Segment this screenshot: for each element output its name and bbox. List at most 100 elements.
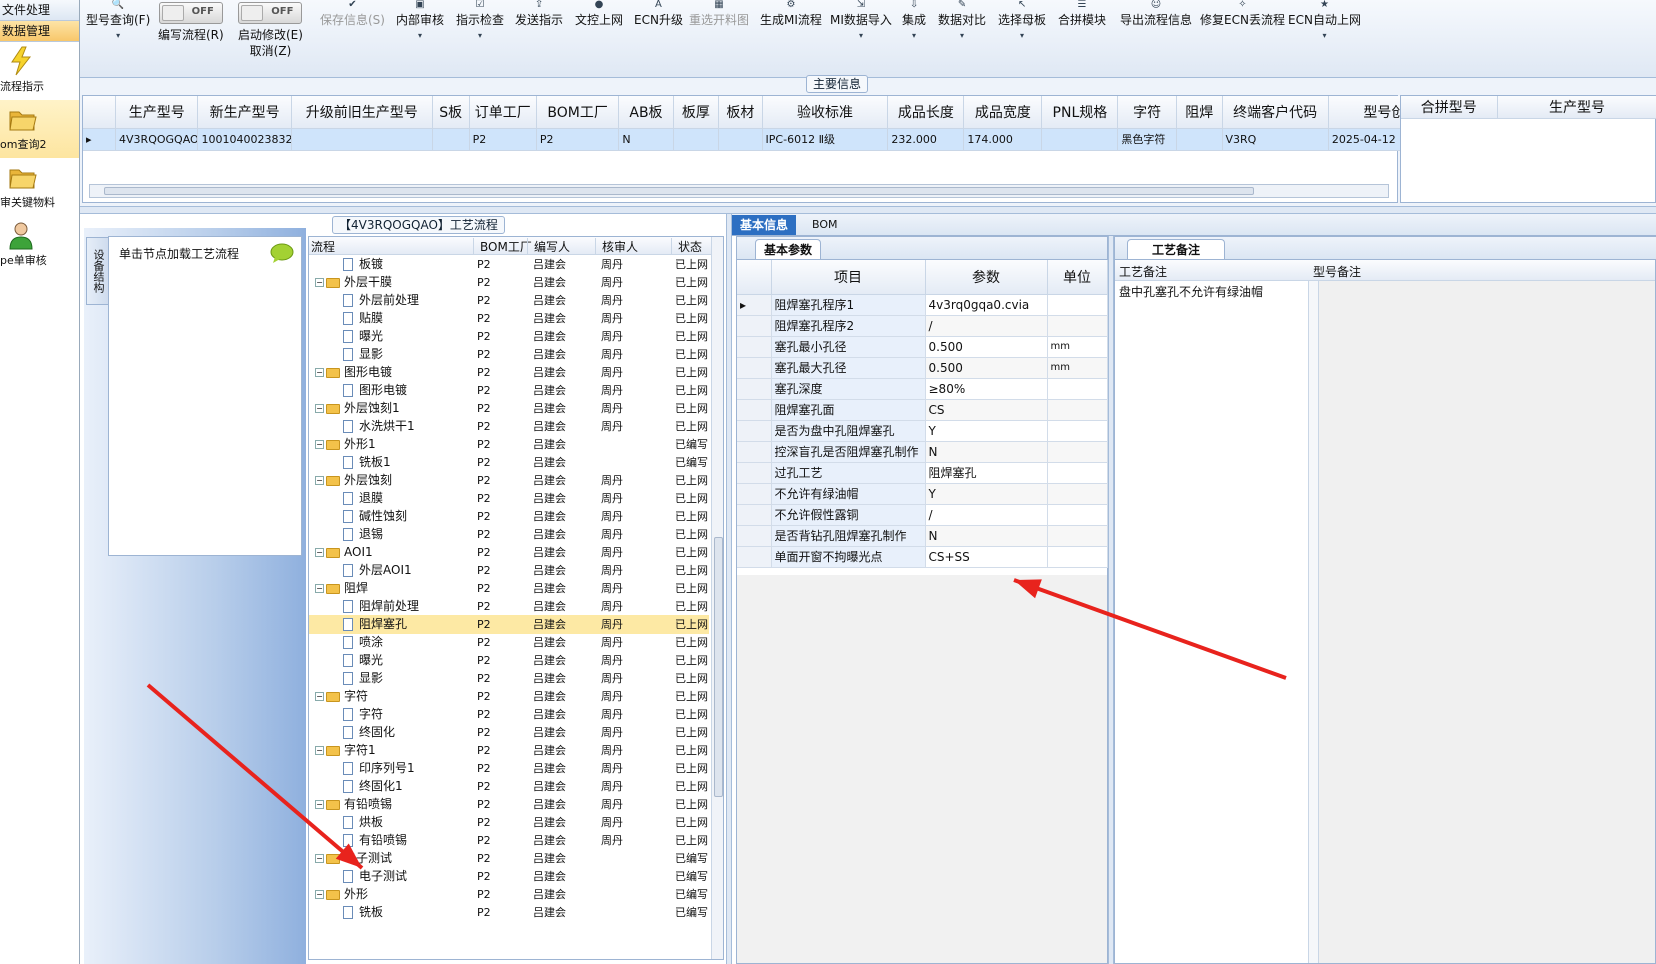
vertical-splitter[interactable] bbox=[726, 214, 732, 964]
select-mother-button[interactable]: ↖ 选择母板 ▾ bbox=[998, 0, 1046, 42]
tree-node[interactable]: − 有铅喷锡 P2 吕建会 周丹 已上网 bbox=[309, 795, 709, 814]
param-row[interactable]: 塞孔深度 ≥80% bbox=[737, 378, 1108, 400]
cancel-label[interactable]: 取消(Z) bbox=[238, 43, 303, 59]
param-unit[interactable] bbox=[1047, 441, 1108, 463]
tree-node[interactable]: 水洗烘干1 P2 吕建会 周丹 已上网 bbox=[309, 417, 709, 436]
model-query-button[interactable]: 🔍 型号查询(F) ▾ bbox=[86, 0, 150, 42]
tab-process-remarks[interactable]: 工艺备注 bbox=[1127, 239, 1225, 259]
collapse-toggle-icon[interactable]: − bbox=[315, 440, 324, 449]
col-header-main[interactable]: 生产型号 bbox=[115, 96, 199, 129]
model-remark-box[interactable] bbox=[1319, 281, 1655, 963]
param-unit[interactable] bbox=[1047, 504, 1108, 526]
save-button[interactable]: ✔ 保存信息(S) bbox=[320, 0, 385, 28]
tree-node[interactable]: − 字符1 P2 吕建会 周丹 已上网 bbox=[309, 741, 709, 760]
tree-node-name[interactable]: 阻焊塞孔 bbox=[343, 615, 469, 634]
main-info-cell[interactable]: P2 bbox=[469, 128, 537, 151]
col-header-main[interactable]: 字符 bbox=[1117, 96, 1177, 129]
main-info-cell[interactable] bbox=[673, 128, 720, 151]
tree-node[interactable]: 印序列号1 P2 吕建会 周丹 已上网 bbox=[309, 759, 709, 778]
send-button[interactable]: ⇪ 发送指示 bbox=[515, 0, 563, 28]
horizontal-scrollbar[interactable] bbox=[89, 184, 1389, 198]
col-header-value[interactable]: 参数 bbox=[925, 260, 1048, 295]
tree-node-name[interactable]: 外层AOI1 bbox=[343, 561, 469, 580]
param-row[interactable]: 塞孔最大孔径 0.500 mm bbox=[737, 357, 1108, 379]
param-value[interactable]: 4v3rq0gqa0.cvia bbox=[925, 294, 1048, 316]
ecn-upgrade-button[interactable]: A ECN升级 bbox=[634, 0, 683, 28]
main-info-cell[interactable]: V3RQ bbox=[1222, 128, 1329, 151]
main-info-cell[interactable]: IPC-6012 Ⅱ级 bbox=[762, 128, 889, 151]
col-header-main[interactable]: 板材 bbox=[718, 96, 763, 129]
main-info-cell[interactable] bbox=[1041, 128, 1119, 151]
tree-node[interactable]: 显影 P2 吕建会 周丹 已上网 bbox=[309, 669, 709, 688]
tree-node-name[interactable]: − 阻焊 bbox=[315, 579, 469, 598]
tree-node[interactable]: 贴膜 P2 吕建会 周丹 已上网 bbox=[309, 309, 709, 328]
param-value[interactable]: / bbox=[925, 504, 1048, 526]
chevron-down-icon[interactable]: ▾ bbox=[396, 30, 444, 42]
param-row[interactable]: 不允许有绿油帽 Y bbox=[737, 483, 1108, 505]
main-info-cell[interactable] bbox=[718, 128, 763, 151]
nav-item-review[interactable]: pe单审核 bbox=[0, 216, 79, 274]
internal-review-button[interactable]: ▣ 内部审核 ▾ bbox=[396, 0, 444, 42]
scroll-thumb[interactable] bbox=[104, 187, 1254, 195]
tree-node[interactable]: − 外层干膜 P2 吕建会 周丹 已上网 bbox=[309, 273, 709, 292]
param-unit[interactable] bbox=[1047, 378, 1108, 400]
tree-node-name[interactable]: 烘板 bbox=[343, 813, 469, 832]
tab-basic-info[interactable]: 基本信息 bbox=[732, 215, 797, 235]
tree-node-name[interactable]: − 电子测试 bbox=[315, 849, 469, 868]
reselect-cut-button[interactable]: ▦ 重选开料图 bbox=[689, 0, 749, 28]
tree-node-name[interactable]: 板镀 bbox=[343, 255, 469, 274]
nav-header-file[interactable]: 文件处理 bbox=[0, 0, 79, 21]
param-row[interactable]: 塞孔最小孔径 0.500 mm bbox=[737, 336, 1108, 358]
tree-node[interactable]: − 外层蚀刻1 P2 吕建会 周丹 已上网 bbox=[309, 399, 709, 418]
tree-node[interactable]: 铣板 P2 吕建会 已编写 bbox=[309, 903, 709, 922]
chevron-down-icon[interactable]: ▾ bbox=[456, 30, 504, 42]
tree-node-name[interactable]: 碱性蚀刻 bbox=[343, 507, 469, 526]
collapse-toggle-icon[interactable]: − bbox=[315, 368, 324, 377]
tree-node[interactable]: − 外形 P2 吕建会 已编写 bbox=[309, 885, 709, 904]
param-value[interactable]: 0.500 bbox=[925, 357, 1048, 379]
col-header-main[interactable]: PNL规格 bbox=[1041, 96, 1119, 129]
col-header-main[interactable]: 成品宽度 bbox=[963, 96, 1043, 129]
collapse-toggle-icon[interactable]: − bbox=[315, 548, 324, 557]
param-row[interactable]: 阻焊塞孔面 CS bbox=[737, 399, 1108, 421]
remark-scrollbar[interactable] bbox=[1309, 281, 1319, 963]
tree-node[interactable]: 退膜 P2 吕建会 周丹 已上网 bbox=[309, 489, 709, 508]
main-info-cell[interactable]: 10010400238322 bbox=[197, 128, 292, 151]
tree-node[interactable]: − 外层蚀刻 P2 吕建会 周丹 已上网 bbox=[309, 471, 709, 490]
param-value[interactable]: 阻焊塞孔 bbox=[925, 462, 1048, 484]
main-info-cell[interactable] bbox=[291, 128, 433, 151]
tree-node[interactable]: 图形电镀 P2 吕建会 周丹 已上网 bbox=[309, 381, 709, 400]
tree-node-name[interactable]: 退膜 bbox=[343, 489, 469, 508]
col-header-main[interactable]: 终端客户代码 bbox=[1222, 96, 1329, 129]
param-unit[interactable] bbox=[1047, 483, 1108, 505]
tree-node-name[interactable]: 显影 bbox=[343, 345, 469, 364]
col-header-status[interactable]: 状态 bbox=[671, 238, 702, 255]
tree-node-name[interactable]: 阻焊前处理 bbox=[343, 597, 469, 616]
param-row[interactable]: 过孔工艺 阻焊塞孔 bbox=[737, 462, 1108, 484]
col-header-unit[interactable]: 单位 bbox=[1047, 260, 1108, 295]
param-row[interactable]: 控深盲孔是否阻焊塞孔制作 N bbox=[737, 441, 1108, 463]
tree-node[interactable]: 烘板 P2 吕建会 周丹 已上网 bbox=[309, 813, 709, 832]
tab-device-structure[interactable]: 设备结构 bbox=[86, 237, 108, 305]
tree-node-name[interactable]: 字符 bbox=[343, 705, 469, 724]
tree-node-name[interactable]: 终固化1 bbox=[343, 777, 469, 796]
tree-node-name[interactable]: 终固化 bbox=[343, 723, 469, 742]
param-row[interactable]: 不允许假性露铜 / bbox=[737, 504, 1108, 526]
main-info-cell[interactable] bbox=[432, 128, 470, 151]
fix-ecn-button[interactable]: ✧ 修复ECN丢流程 bbox=[1200, 0, 1285, 28]
param-unit[interactable]: mm bbox=[1047, 357, 1108, 379]
main-info-cell[interactable]: N bbox=[618, 128, 674, 151]
main-info-cell[interactable] bbox=[1176, 128, 1223, 151]
param-unit[interactable] bbox=[1047, 294, 1108, 316]
tree-node[interactable]: − AOI1 P2 吕建会 周丹 已上网 bbox=[309, 543, 709, 562]
collapse-toggle-icon[interactable]: − bbox=[315, 476, 324, 485]
col-header-main[interactable]: AB板 bbox=[618, 96, 674, 129]
tree-node-name[interactable]: − 外层干膜 bbox=[315, 273, 469, 292]
param-value[interactable]: Y bbox=[925, 420, 1048, 442]
col-header-factory[interactable]: BOM工厂 bbox=[473, 238, 532, 255]
chevron-down-icon[interactable]: ▾ bbox=[902, 30, 926, 42]
write-flow-toggle[interactable]: OFF 编写流程(R) bbox=[158, 0, 224, 43]
tree-node[interactable]: − 阻焊 P2 吕建会 周丹 已上网 bbox=[309, 579, 709, 598]
tree-node-name[interactable]: − 字符1 bbox=[315, 741, 469, 760]
param-row[interactable]: 是否背钻孔阻焊塞孔制作 N bbox=[737, 525, 1108, 547]
